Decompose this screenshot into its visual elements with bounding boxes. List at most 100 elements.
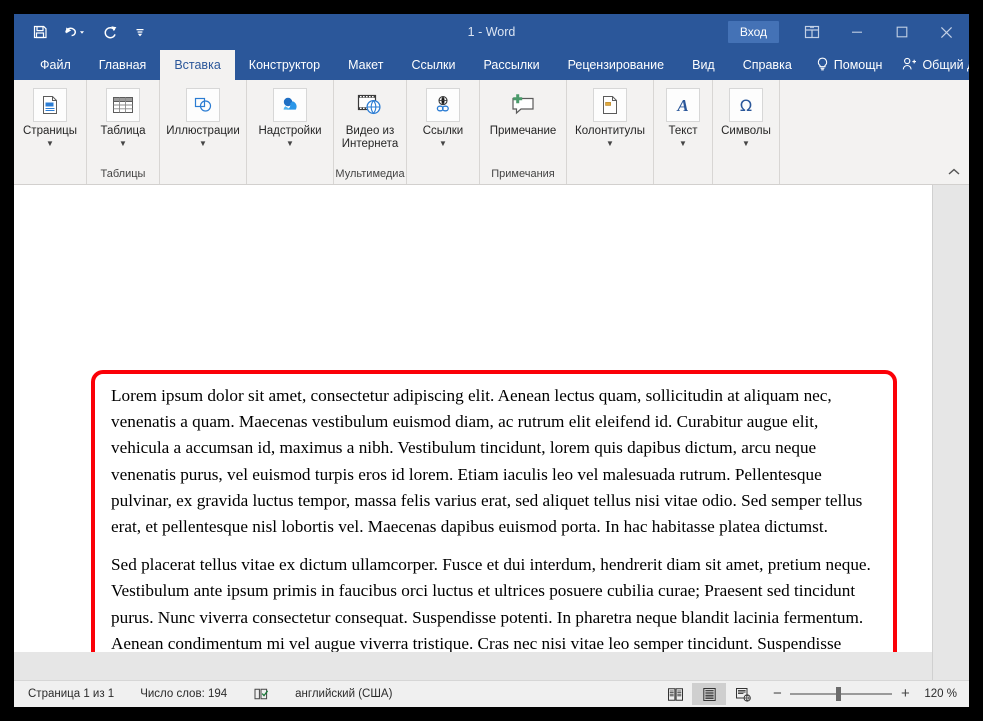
- tab-help[interactable]: Справка: [729, 50, 806, 80]
- tab-view[interactable]: Вид: [678, 50, 729, 80]
- zoom-in-button[interactable]: +: [898, 686, 912, 701]
- tell-me-label: Помощн: [833, 58, 883, 72]
- header-footer-button[interactable]: Колонтитулы ▼: [567, 84, 653, 148]
- ribbon-group-text: A Текст ▼: [654, 80, 713, 184]
- text-a-icon: A: [666, 88, 700, 122]
- word-count[interactable]: Число слов: 194: [140, 688, 227, 700]
- header-footer-label: Колонтитулы: [575, 125, 645, 137]
- share-person-icon: [902, 57, 917, 74]
- header-footer-icon: [593, 88, 627, 122]
- new-comment-button[interactable]: Примечание: [480, 84, 566, 138]
- tab-design[interactable]: Конструктор: [235, 50, 334, 80]
- read-mode-icon[interactable]: [658, 683, 692, 705]
- online-video-icon: [353, 88, 387, 122]
- customize-qat-icon[interactable]: [126, 19, 154, 45]
- svg-text:A: A: [676, 96, 688, 115]
- zoom-out-button[interactable]: −: [770, 686, 784, 701]
- ribbon-group-tables: Таблица ▼ Таблицы: [87, 80, 160, 184]
- status-bar-right: − + 120 %: [658, 683, 969, 705]
- save-icon[interactable]: [26, 19, 54, 45]
- table-button[interactable]: Таблица ▼: [87, 84, 159, 148]
- ribbon-group-symbols: Ω Символы ▼: [713, 80, 780, 184]
- share-button[interactable]: Общий доступ: [892, 57, 969, 74]
- symbols-label: Символы: [721, 125, 771, 137]
- page-indicator[interactable]: Страница 1 из 1: [28, 688, 114, 700]
- ribbon-group-links: Ссылки ▼: [407, 80, 480, 184]
- zoom-slider-thumb[interactable]: [836, 687, 842, 701]
- tab-mailings[interactable]: Рассылки: [469, 50, 553, 80]
- tabs-right-actions: Помощн Общий доступ: [806, 50, 969, 80]
- zoom-slider[interactable]: [790, 687, 893, 701]
- ribbon-group-label-links: [407, 167, 479, 184]
- zoom-control: − + 120 %: [770, 686, 957, 701]
- chevron-down-icon[interactable]: ▼: [199, 139, 207, 148]
- document-area: Lorem ipsum dolor sit amet, consectetur …: [14, 185, 969, 680]
- ribbon-group-label-header-footer: [567, 167, 653, 184]
- paragraph-1[interactable]: Lorem ipsum dolor sit amet, consectetur …: [111, 383, 873, 540]
- ribbon-group-label-symbols: [713, 167, 779, 184]
- ribbon-group-label-comments: Примечания: [491, 168, 555, 180]
- sign-in-button[interactable]: Вход: [727, 21, 779, 43]
- symbols-button[interactable]: Ω Символы ▼: [713, 84, 779, 148]
- undo-icon[interactable]: [56, 19, 94, 45]
- new-comment-label: Примечание: [489, 125, 557, 137]
- ribbon-group-label-pages: [14, 167, 86, 184]
- online-video-button[interactable]: Видео из Интернета: [334, 84, 406, 151]
- online-video-label: Видео из Интернета: [341, 125, 399, 150]
- tab-file[interactable]: Файл: [26, 50, 85, 80]
- tab-references[interactable]: Ссылки: [397, 50, 469, 80]
- illustrations-button[interactable]: Иллюстрации ▼: [160, 84, 246, 148]
- web-layout-icon[interactable]: [726, 683, 760, 705]
- spellcheck-icon[interactable]: [253, 687, 269, 701]
- page-gap: [14, 652, 932, 680]
- document-body[interactable]: Lorem ipsum dolor sit amet, consectetur …: [111, 383, 873, 680]
- chevron-down-icon[interactable]: ▼: [606, 139, 614, 148]
- ribbon: Страницы ▼ Таблица ▼ Таблицы Иллюстрации…: [14, 80, 969, 185]
- close-button[interactable]: [924, 14, 969, 50]
- ribbon-group-header-footer: Колонтитулы ▼: [567, 80, 654, 184]
- omega-icon: Ω: [729, 88, 763, 122]
- page-icon: [33, 88, 67, 122]
- ribbon-group-label-media: Мультимедиа: [335, 168, 405, 180]
- tell-me-search[interactable]: Помощн: [806, 57, 893, 74]
- chevron-down-icon[interactable]: ▼: [119, 139, 127, 148]
- chevron-down-icon[interactable]: ▼: [46, 139, 54, 148]
- tab-review[interactable]: Рецензирование: [554, 50, 679, 80]
- redo-icon[interactable]: [96, 19, 124, 45]
- collapse-ribbon-icon[interactable]: [947, 167, 961, 180]
- chevron-down-icon[interactable]: ▼: [742, 139, 750, 148]
- tab-layout[interactable]: Макет: [334, 50, 397, 80]
- ribbon-display-options-icon[interactable]: [789, 14, 834, 50]
- right-gutter: [932, 185, 969, 680]
- link-icon: [426, 88, 460, 122]
- links-button[interactable]: Ссылки ▼: [407, 84, 479, 148]
- chevron-down-icon[interactable]: ▼: [286, 139, 294, 148]
- ribbon-group-media: Видео из Интернета Мультимедиа: [334, 80, 407, 184]
- chevron-down-icon[interactable]: ▼: [439, 139, 447, 148]
- ribbon-group-comments: Примечание Примечания: [480, 80, 567, 184]
- tab-insert[interactable]: Вставка: [160, 50, 235, 80]
- minimize-button[interactable]: [834, 14, 879, 50]
- language-indicator[interactable]: английский (США): [295, 688, 392, 700]
- pages-button[interactable]: Страницы ▼: [14, 84, 86, 148]
- maximize-button[interactable]: [879, 14, 924, 50]
- text-button[interactable]: A Текст ▼: [654, 84, 712, 148]
- zoom-percent-label[interactable]: 120 %: [924, 688, 957, 700]
- tab-home[interactable]: Главная: [85, 50, 161, 80]
- text-label: Текст: [668, 125, 698, 137]
- document-page[interactable]: Lorem ipsum dolor sit amet, consectetur …: [14, 185, 932, 680]
- print-layout-icon[interactable]: [692, 683, 727, 705]
- table-label: Таблица: [100, 125, 146, 137]
- word-window: 1 - Word Вход Файл Главная Вставка Конст…: [14, 14, 969, 707]
- svg-text:Ω: Ω: [740, 96, 752, 115]
- share-label: Общий доступ: [922, 58, 969, 72]
- ribbon-group-label-text: [654, 167, 712, 184]
- title-bar: 1 - Word Вход: [14, 14, 969, 50]
- chevron-down-icon[interactable]: ▼: [679, 139, 687, 148]
- lightbulb-icon: [816, 57, 829, 74]
- addins-icon: [273, 88, 307, 122]
- page-scroll-region[interactable]: Lorem ipsum dolor sit amet, consectetur …: [14, 185, 932, 680]
- table-icon: [106, 88, 140, 122]
- addins-button[interactable]: Надстройки ▼: [247, 84, 333, 148]
- shapes-icon: [186, 88, 220, 122]
